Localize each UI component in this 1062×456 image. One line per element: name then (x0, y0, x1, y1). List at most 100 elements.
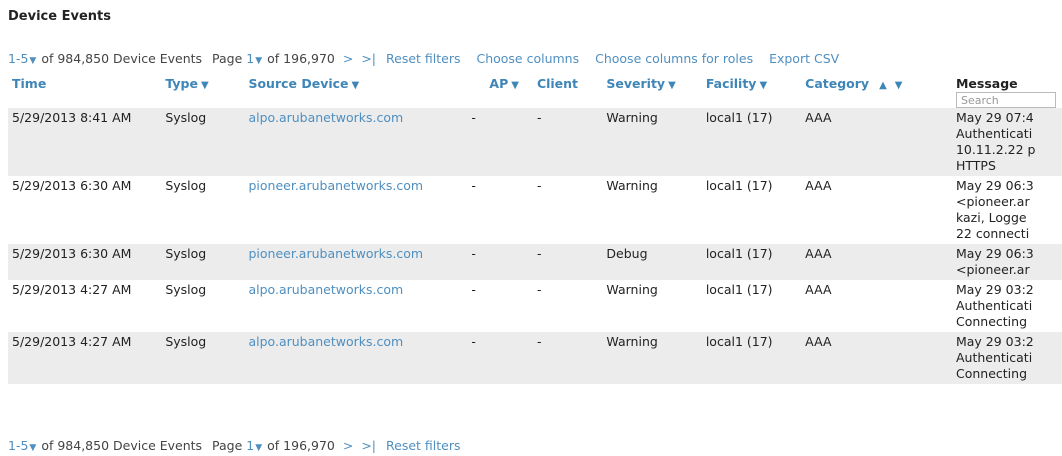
table-header-row: Time Type ▼ Source Device ▼ AP ▼ Client Sev… (8, 76, 1062, 108)
page-number-selector[interactable]: 1 (246, 51, 254, 66)
choose-columns-roles-link[interactable]: Choose columns for roles (595, 51, 753, 66)
severity-cell: Warning (606, 282, 658, 297)
severity-cell: Warning (606, 110, 658, 125)
client-cell: - (536, 246, 542, 261)
type-cell: Syslog (165, 334, 207, 349)
filter-icon[interactable]: ▼ (511, 80, 519, 91)
page-total: of 196,970 (267, 51, 335, 66)
events-table: Time Type ▼ Source Device ▼ AP ▼ Client Sev… (8, 76, 1062, 384)
sort-ascending-icon[interactable]: ▲ (879, 80, 887, 91)
reset-filters-link[interactable]: Reset filters (386, 51, 460, 66)
last-page-button[interactable]: >| (361, 51, 376, 66)
filter-icon[interactable]: ▼ (668, 80, 676, 91)
facility-cell: local1 (17) (705, 246, 773, 261)
message-cell: May 29 03:2 Authenticati Connecting (952, 280, 1062, 332)
message-line: Connecting (955, 366, 1027, 381)
page-label: Page (212, 438, 243, 453)
ap-cell: - (471, 282, 476, 297)
event-count: of 984,850 Device Events (41, 438, 203, 453)
page-title: Device Events (8, 9, 111, 24)
next-page-button[interactable]: > (343, 438, 353, 453)
ap-cell: - (471, 246, 476, 261)
message-search-input[interactable] (955, 92, 1056, 108)
column-header-time[interactable]: Time (8, 76, 161, 108)
next-page-button[interactable]: > (343, 51, 353, 66)
severity-cell: Debug (606, 246, 648, 261)
type-cell: Syslog (165, 246, 207, 261)
column-header-category[interactable]: Category ▲ ▼ (801, 76, 952, 108)
source-device-link[interactable]: pioneer.arubanetworks.com (248, 246, 423, 261)
type-cell: Syslog (165, 178, 207, 193)
export-csv-link[interactable]: Export CSV (769, 51, 839, 66)
last-page-button[interactable]: >| (361, 438, 376, 453)
table-row[interactable]: 5/29/2013 8:41 AM Syslog alpo.arubanetwork… (8, 108, 1062, 176)
column-header-facility[interactable]: Facility ▼ (702, 76, 801, 108)
page-dropdown-icon[interactable]: ▼ (255, 53, 262, 69)
column-header-source-device[interactable]: Source Device ▼ (244, 76, 467, 108)
client-cell: - (536, 178, 542, 193)
reset-filters-link[interactable]: Reset filters (386, 438, 460, 453)
pager-bottom: 1-5▼ of 984,850 Device Events Page 1▼ of… (8, 438, 460, 454)
source-device-link[interactable]: alpo.arubanetworks.com (248, 282, 403, 297)
filter-icon[interactable]: ▼ (201, 80, 209, 91)
severity-cell: Warning (606, 178, 658, 193)
client-cell: - (536, 282, 542, 297)
facility-cell: local1 (17) (705, 334, 773, 349)
facility-cell: local1 (17) (705, 110, 773, 125)
table-row[interactable]: 5/29/2013 4:27 AM Syslog alpo.arubanetwork… (8, 280, 1062, 332)
ap-cell: - (471, 110, 476, 125)
message-line: Connecting (955, 314, 1027, 329)
choose-columns-link[interactable]: Choose columns (476, 51, 579, 66)
range-dropdown-icon[interactable]: ▼ (29, 440, 36, 456)
message-cell: May 29 03:2 Authenticati Connecting (951, 332, 1062, 384)
range-selector[interactable]: 1-5 (8, 51, 28, 66)
filter-icon[interactable]: ▼ (352, 80, 360, 91)
source-device-link[interactable]: pioneer.arubanetworks.com (248, 178, 423, 193)
type-cell: Syslog (165, 110, 207, 125)
source-device-link[interactable]: alpo.arubanetworks.com (248, 334, 403, 349)
filter-icon[interactable]: ▼ (895, 80, 903, 91)
column-header-message[interactable]: Message (952, 76, 1062, 108)
message-cell: May 29 07:4 Authenticati 10.11.2.22 p HTTPS (951, 108, 1062, 176)
ap-cell: - (471, 178, 476, 193)
message-line: 22 connecti (955, 226, 1030, 241)
message-line: kazi, Logge (955, 210, 1027, 225)
range-selector[interactable]: 1-5 (8, 438, 28, 453)
table-row[interactable]: 5/29/2013 6:30 AM Syslog pioneer.arubanetw… (8, 176, 1062, 244)
message-line: <pioneer.ar (955, 194, 1030, 209)
message-line: HTTPS (955, 158, 996, 173)
category-cell: AAA (805, 282, 832, 297)
message-line: Authenticati (955, 298, 1033, 313)
message-line: May 29 07:4 (955, 110, 1034, 125)
page-total: of 196,970 (267, 438, 335, 453)
column-header-ap[interactable]: AP ▼ (467, 76, 533, 108)
message-line: May 29 06:3 (955, 246, 1034, 261)
time-cell: 5/29/2013 6:30 AM (12, 246, 132, 261)
facility-cell: local1 (17) (705, 282, 773, 297)
page-dropdown-icon[interactable]: ▼ (255, 440, 262, 456)
table-row[interactable]: 5/29/2013 6:30 AM Syslog pioneer.arubanetw… (8, 244, 1062, 280)
message-line: May 29 06:3 (955, 178, 1034, 193)
column-header-client[interactable]: Client (533, 76, 602, 108)
message-line: <pioneer.ar (955, 262, 1030, 277)
facility-cell: local1 (17) (705, 178, 773, 193)
column-header-severity[interactable]: Severity ▼ (602, 76, 701, 108)
table-row[interactable]: 5/29/2013 4:27 AM Syslog alpo.arubanetwork… (8, 332, 1062, 384)
message-line: Authenticati (955, 126, 1033, 141)
time-cell: 5/29/2013 8:41 AM (12, 110, 132, 125)
filter-icon[interactable]: ▼ (759, 80, 767, 91)
time-cell: 5/29/2013 4:27 AM (12, 282, 132, 297)
device-events-panel: Device Events 1-5▼ of 984,850 Device Eve… (0, 0, 1062, 456)
time-cell: 5/29/2013 4:27 AM (12, 334, 132, 349)
page-number-selector[interactable]: 1 (246, 438, 254, 453)
source-device-link[interactable]: alpo.arubanetworks.com (248, 110, 403, 125)
client-cell: - (536, 334, 542, 349)
category-cell: AAA (805, 110, 832, 125)
range-dropdown-icon[interactable]: ▼ (29, 53, 36, 69)
type-cell: Syslog (165, 282, 207, 297)
time-cell: 5/29/2013 6:30 AM (12, 178, 132, 193)
column-header-type[interactable]: Type ▼ (161, 76, 244, 108)
category-cell: AAA (805, 178, 832, 193)
ap-cell: - (471, 334, 476, 349)
message-cell: May 29 06:3 <pioneer.ar (951, 244, 1062, 280)
